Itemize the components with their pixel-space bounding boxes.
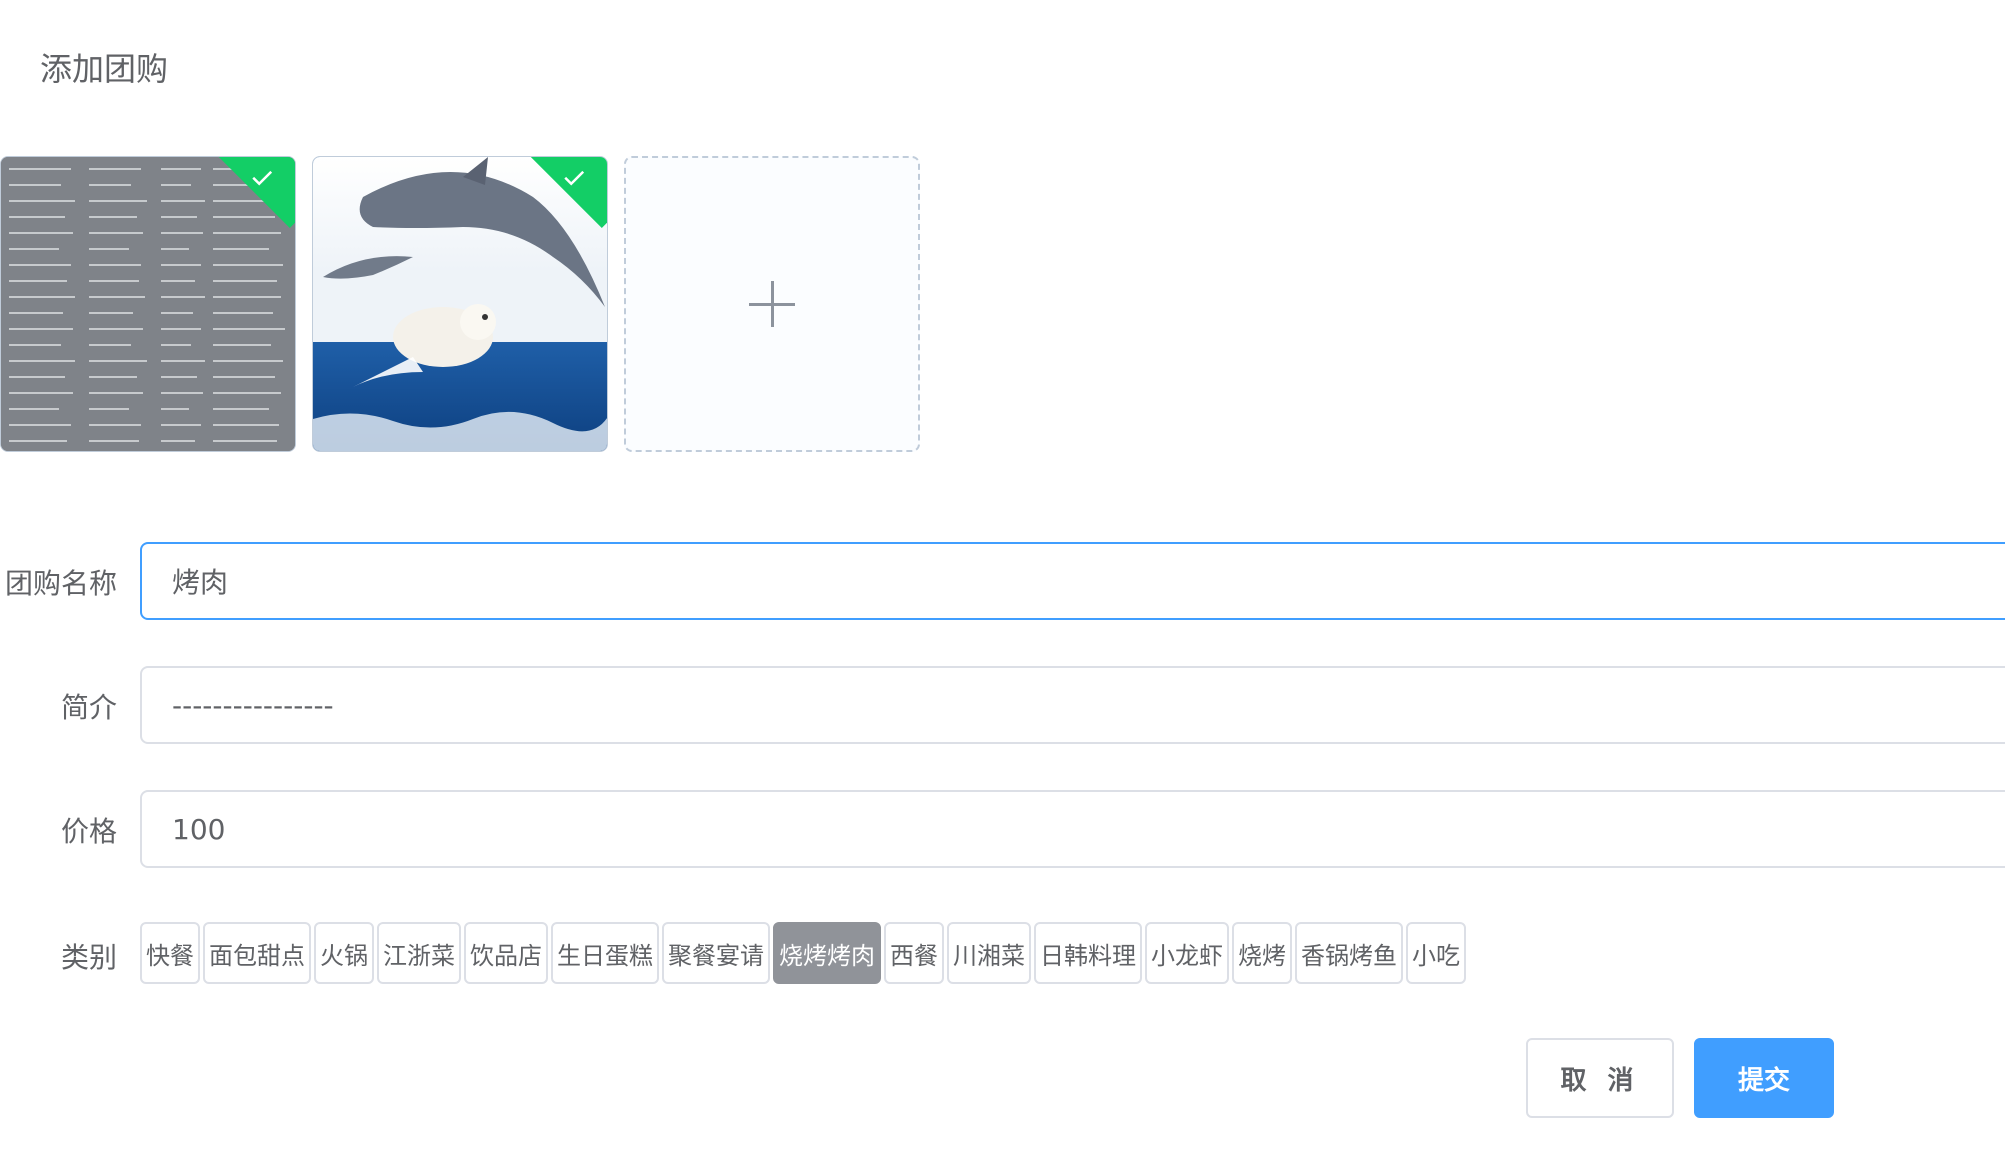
price-input[interactable] <box>140 790 2005 868</box>
category-tag[interactable]: 面包甜点 <box>203 922 311 984</box>
category-tag[interactable]: 江浙菜 <box>377 922 461 984</box>
category-tag[interactable]: 聚餐宴请 <box>662 922 770 984</box>
price-label: 价格 <box>60 815 117 848</box>
intro-label: 简介 <box>60 691 117 724</box>
category-tag[interactable]: 小龙虾 <box>1145 922 1229 984</box>
category-tag[interactable]: 烧烤烤肉 <box>773 922 881 984</box>
category-tag[interactable]: 火锅 <box>314 922 374 984</box>
category-tag[interactable]: 小吃 <box>1406 922 1466 984</box>
category-tag[interactable]: 饮品店 <box>464 922 548 984</box>
add-image-button[interactable] <box>624 156 920 452</box>
document-thumbnail-image <box>1 157 295 451</box>
uploaded-image-1[interactable] <box>0 156 296 452</box>
category-tag[interactable]: 川湘菜 <box>947 922 1031 984</box>
dolphin-and-dog-photo <box>313 157 607 451</box>
category-tag[interactable]: 烧烤 <box>1232 922 1292 984</box>
uploaded-image-2[interactable] <box>312 156 608 452</box>
check-icon <box>252 170 273 186</box>
page-title: 添加团购 <box>40 50 169 88</box>
submit-button[interactable]: 提交 <box>1694 1038 1834 1118</box>
category-tag[interactable]: 日韩料理 <box>1034 922 1142 984</box>
category-tag[interactable]: 快餐 <box>140 922 200 984</box>
category-label: 类别 <box>60 941 117 974</box>
plus-icon <box>749 281 795 327</box>
category-tag-group: 快餐 面包甜点 火锅 江浙菜 饮品店 生日蛋糕 聚餐宴请 烧烤烤肉 西餐 川湘菜… <box>140 922 1466 984</box>
check-icon <box>564 170 585 186</box>
intro-input[interactable] <box>140 666 2005 744</box>
name-input[interactable] <box>140 542 2005 620</box>
category-tag[interactable]: 生日蛋糕 <box>551 922 659 984</box>
cancel-button[interactable]: 取 消 <box>1526 1038 1674 1118</box>
category-tag[interactable]: 西餐 <box>884 922 944 984</box>
category-tag[interactable]: 香锅烤鱼 <box>1295 922 1403 984</box>
name-label: 团购名称 <box>4 567 117 600</box>
